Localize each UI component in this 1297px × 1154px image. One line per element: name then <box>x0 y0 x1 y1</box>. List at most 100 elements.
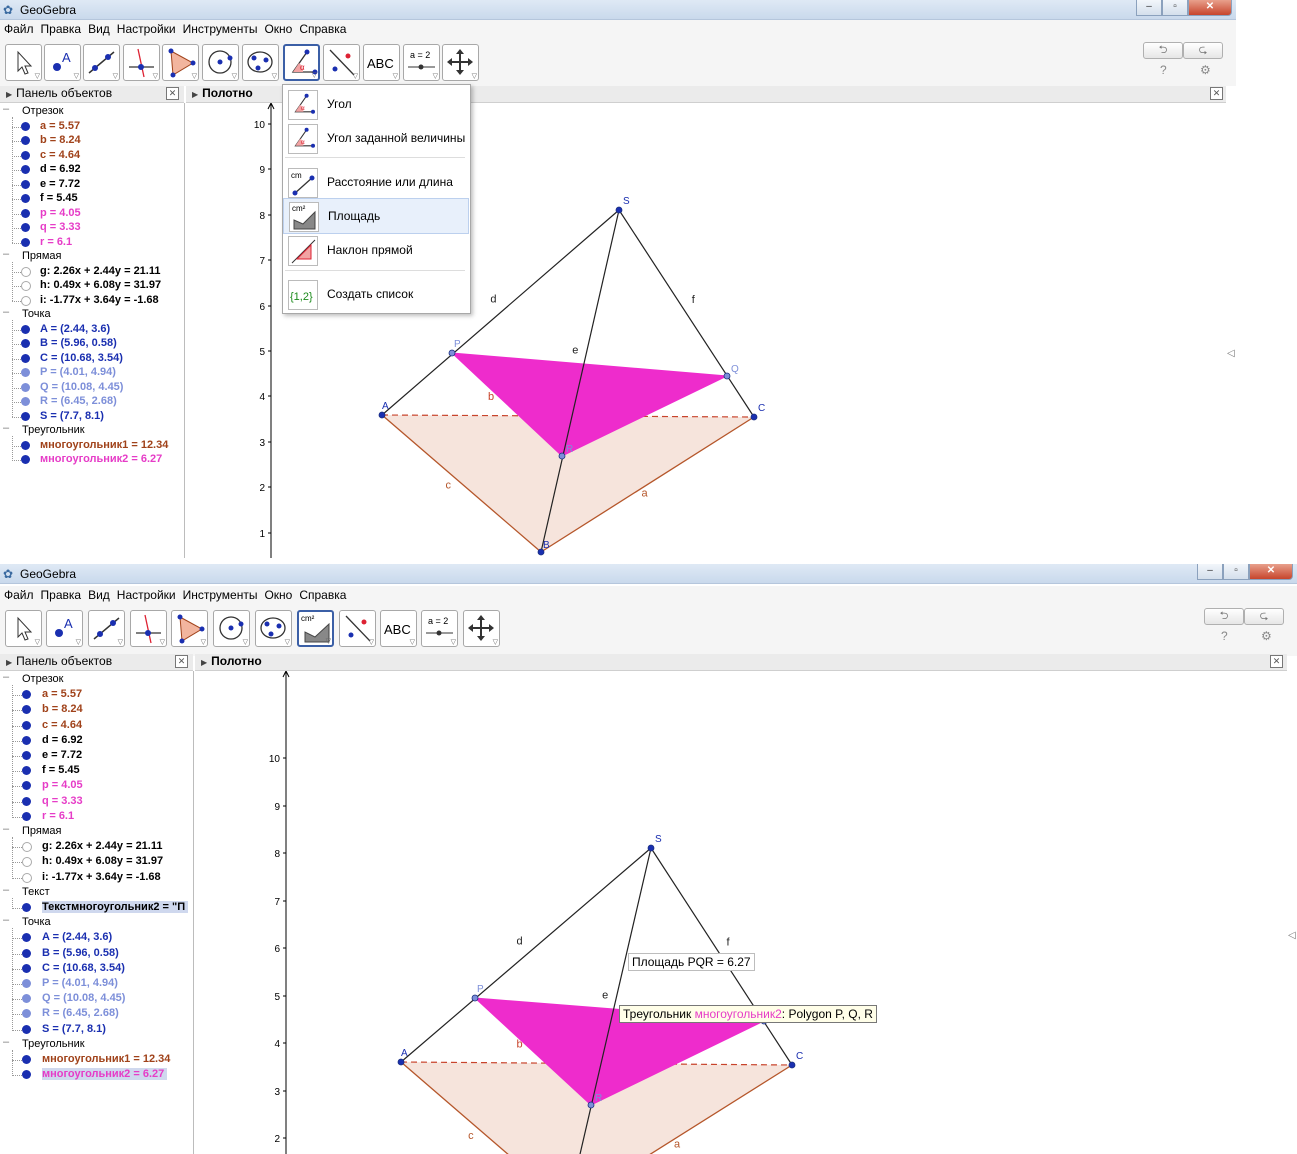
collapse-icon[interactable]: – <box>3 306 9 318</box>
visibility-toggle-icon[interactable] <box>21 353 30 363</box>
algebra-row[interactable]: многоугольник2 = 6.27 <box>0 453 184 467</box>
visibility-toggle-icon[interactable] <box>22 963 31 973</box>
point-A[interactable] <box>378 411 386 419</box>
line-tool[interactable]: ▽ <box>83 44 120 81</box>
algebra-row[interactable]: g: 2.26x + 2.44y = 21.11 <box>0 265 184 279</box>
algebra-row[interactable]: i: -1.77x + 3.64y = -1.68 <box>0 871 193 885</box>
maximize-button[interactable]: ▫ <box>1223 564 1249 580</box>
algebra-row[interactable]: e = 7.72 <box>0 178 184 192</box>
point-R[interactable] <box>558 452 566 460</box>
menu-item-5[interactable]: Окно <box>260 20 295 36</box>
close-panel-icon[interactable]: ✕ <box>1270 655 1283 668</box>
minimize-button[interactable]: – <box>1197 564 1223 580</box>
algebra-row[interactable]: i: -1.77x + 3.64y = -1.68 <box>0 294 184 308</box>
close-button[interactable]: ✕ <box>1188 0 1232 16</box>
collapse-icon[interactable]: – <box>3 1036 9 1048</box>
menu-item-4[interactable]: Инструменты <box>179 586 261 602</box>
dropdown-item-slope[interactable]: Наклон прямой <box>283 233 467 267</box>
dropdown-item-area[interactable]: cm² Площадь <box>283 198 469 234</box>
help-icon[interactable]: ? <box>1221 629 1228 643</box>
visibility-toggle-icon[interactable] <box>21 194 30 203</box>
visibility-toggle-icon[interactable] <box>22 857 32 868</box>
visibility-toggle-icon[interactable] <box>21 411 30 421</box>
algebra-row[interactable]: S = (7.7, 8.1) <box>0 410 184 424</box>
menu-item-1[interactable]: Правка <box>37 20 85 36</box>
undo-button[interactable]: ⮌ <box>1143 42 1183 59</box>
visibility-toggle-icon[interactable] <box>22 872 32 883</box>
algebra-row[interactable]: h: 0.49x + 6.08y = 31.97 <box>0 279 184 293</box>
algebra-row[interactable]: C = (10.68, 3.54) <box>0 352 184 366</box>
perpendicular-line-tool[interactable]: ▽ <box>130 610 167 647</box>
point-S[interactable] <box>615 206 623 214</box>
algebra-row[interactable]: b = 8.24 <box>0 703 193 717</box>
algebra-row[interactable]: P = (4.01, 4.94) <box>0 366 184 380</box>
algebra-row[interactable]: a = 5.57 <box>0 688 193 702</box>
point-Q[interactable] <box>723 372 731 380</box>
visibility-toggle-icon[interactable] <box>22 903 31 912</box>
reflect-tool[interactable]: ▽ <box>339 610 376 647</box>
polygon-tool[interactable]: ▽ <box>162 44 199 81</box>
algebra-row[interactable]: c = 4.64 <box>0 719 193 733</box>
algebra-row[interactable]: Текстмногоугольник2 = "П <box>0 901 193 915</box>
point-tool[interactable]: A ▽ <box>46 610 83 647</box>
visibility-toggle-icon[interactable] <box>22 933 31 943</box>
menu-item-2[interactable]: Вид <box>84 586 113 602</box>
algebra-row[interactable]: многоугольник1 = 12.34 <box>0 439 184 453</box>
collapse-arrow-icon[interactable]: ▶ <box>201 658 207 667</box>
collapse-arrow-icon[interactable]: ▶ <box>192 90 198 99</box>
visibility-toggle-icon[interactable] <box>22 690 31 700</box>
visibility-toggle-icon[interactable] <box>21 382 30 392</box>
visibility-toggle-icon[interactable] <box>21 208 30 218</box>
algebra-row[interactable]: d = 6.92 <box>0 734 193 748</box>
redo-button[interactable]: ⮎ <box>1244 608 1284 625</box>
conic-tool[interactable]: ▽ <box>242 44 279 81</box>
visibility-toggle-icon[interactable] <box>22 1055 31 1064</box>
visibility-toggle-icon[interactable] <box>22 1009 31 1019</box>
move-tool[interactable]: ▽ <box>5 610 42 647</box>
point-A[interactable] <box>397 1058 405 1066</box>
point-C[interactable] <box>750 413 758 421</box>
visibility-toggle-icon[interactable] <box>22 720 31 730</box>
menu-item-6[interactable]: Справка <box>295 20 349 36</box>
close-panel-icon[interactable]: ✕ <box>1210 87 1223 100</box>
algebra-row[interactable]: C = (10.68, 3.54) <box>0 962 193 976</box>
collapse-icon[interactable]: – <box>3 422 9 434</box>
visibility-toggle-icon[interactable] <box>21 223 30 232</box>
text-tool[interactable]: ABC ▽ <box>363 44 400 81</box>
visibility-toggle-icon[interactable] <box>22 842 32 853</box>
help-icon[interactable]: ? <box>1160 63 1167 77</box>
visibility-toggle-icon[interactable] <box>22 766 31 776</box>
menu-item-2[interactable]: Вид <box>84 20 113 36</box>
collapse-arrow-icon[interactable]: ▶ <box>6 658 12 667</box>
menu-item-3[interactable]: Настройки <box>113 20 179 36</box>
construction-canvas[interactable]: 12345678910ABCSPQRdefbca <box>195 671 1287 1154</box>
conic-tool[interactable]: ▽ <box>255 610 292 647</box>
algebra-row[interactable]: q = 3.33 <box>0 221 184 235</box>
visibility-toggle-icon[interactable] <box>22 1024 31 1034</box>
point-tool[interactable]: A ▽ <box>44 44 81 81</box>
collapse-icon[interactable]: – <box>3 671 9 683</box>
algebra-row[interactable]: h: 0.49x + 6.08y = 31.97 <box>0 855 193 869</box>
reflect-tool[interactable]: ▽ <box>323 44 360 81</box>
visibility-toggle-icon[interactable] <box>21 136 30 145</box>
visibility-toggle-icon[interactable] <box>22 796 31 806</box>
visibility-toggle-icon[interactable] <box>22 811 31 821</box>
undo-button[interactable]: ⮌ <box>1204 608 1244 625</box>
algebra-row[interactable]: Q = (10.08, 4.45) <box>0 381 184 395</box>
collapse-arrow-icon[interactable]: ▶ <box>6 90 12 99</box>
point-C[interactable] <box>788 1061 796 1069</box>
visibility-toggle-icon[interactable] <box>21 455 30 464</box>
side-panel-toggle-icon[interactable]: ◁ <box>1288 930 1296 941</box>
algebra-row[interactable]: f = 5.45 <box>0 192 184 206</box>
side-panel-toggle-icon[interactable]: ◁ <box>1227 348 1235 359</box>
visibility-toggle-icon[interactable] <box>22 705 31 715</box>
visibility-toggle-icon[interactable] <box>21 150 30 160</box>
algebra-row[interactable]: b = 8.24 <box>0 134 184 148</box>
algebra-row[interactable]: R = (6.45, 2.68) <box>0 395 184 409</box>
visibility-toggle-icon[interactable] <box>22 948 31 958</box>
visibility-toggle-icon[interactable] <box>22 781 31 791</box>
algebra-row[interactable]: q = 3.33 <box>0 795 193 809</box>
dropdown-item-create-list[interactable]: {1,2} Создать список <box>283 277 467 311</box>
line-tool[interactable]: ▽ <box>88 610 125 647</box>
menu-item-0[interactable]: Файл <box>0 586 37 602</box>
